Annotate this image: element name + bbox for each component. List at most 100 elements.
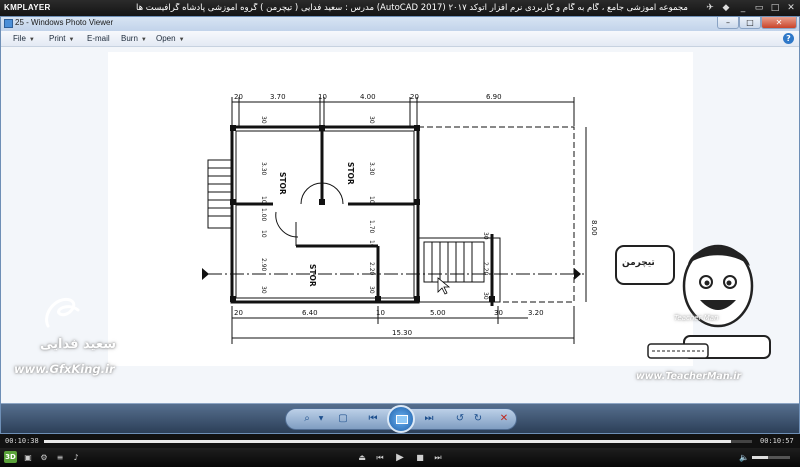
- vdim-b-6: 2.20: [368, 262, 375, 276]
- dim-top-1: 20: [234, 93, 243, 101]
- viewer-minimize-button[interactable]: –: [717, 17, 739, 29]
- photo-viewer-app-icon: [4, 19, 13, 28]
- room-label-1: STOR: [278, 172, 287, 195]
- chevron-down-icon: ▼: [140, 37, 147, 43]
- close-icon[interactable]: ✕: [785, 2, 797, 14]
- vdim-b-1: 30: [368, 116, 375, 124]
- dim-top-3: 10: [318, 93, 327, 101]
- vdim-c-2: 2.20: [482, 262, 489, 276]
- seek-slider[interactable]: [44, 440, 752, 443]
- delete-icon[interactable]: ✕: [496, 411, 512, 427]
- dim-overall: 15.30: [392, 329, 412, 337]
- seek-progress: [44, 440, 731, 443]
- watermark-name: سعید فدایی: [40, 337, 116, 352]
- watermark-badge-en: Teacher Man: [674, 314, 719, 322]
- vdim-a-7: 30: [260, 286, 267, 294]
- vdim-a-4: 1.00: [260, 208, 267, 222]
- slideshow-icon: [396, 415, 408, 424]
- watermark-badge: تیچرمن: [622, 258, 655, 268]
- stop-icon[interactable]: ■: [414, 452, 426, 463]
- volume-icon[interactable]: 🔈: [738, 452, 750, 463]
- chevron-down-icon: ▼: [28, 37, 35, 43]
- vdim-b-7: 30: [368, 286, 375, 294]
- floor-plan-drawing: 20 3.70 10 4.00 20 6.90 20 6.40 10 5.00 …: [202, 93, 598, 344]
- dim-right: 8.00: [590, 220, 598, 236]
- menu-email-label: E-mail: [87, 34, 110, 43]
- chevron-down-icon: ▼: [68, 37, 75, 43]
- kmplayer-seek-bar: 00:10:38 00:10:57: [0, 434, 800, 448]
- menu-open-label: Open: [156, 34, 176, 43]
- vdim-c-3: 30: [482, 292, 489, 300]
- menu-email[interactable]: E-mail: [87, 34, 110, 43]
- restore-icon[interactable]: ▭: [753, 2, 765, 14]
- vdim-a-3: 10: [260, 196, 267, 204]
- menu-open[interactable]: Open ▼: [156, 34, 185, 43]
- menu-burn-label: Burn: [121, 34, 138, 43]
- menu-print[interactable]: Print ▼: [49, 34, 74, 43]
- kmplayer-controls: 3D ▣ ⚙ ≡ ♪ ⏏ ⏮ ▶ ■ ⏭ 🔈: [0, 448, 800, 467]
- vdim-b-5: 10: [368, 240, 375, 248]
- vdim-b-4: 1.70: [368, 220, 375, 234]
- room-label-3: STOR: [308, 264, 317, 287]
- viewer-maximize-button[interactable]: □: [739, 17, 761, 29]
- mouse-cursor-icon: [437, 277, 451, 295]
- viewer-toolbar: ⌕ ▼ ▢ ⏮ ⏭ ↺ ↻ ✕: [1, 403, 799, 433]
- dim-bottom-6: 3.20: [528, 309, 544, 317]
- skin-icon[interactable]: ◆: [720, 2, 732, 14]
- menu-burn[interactable]: Burn ▼: [121, 34, 147, 43]
- dim-bottom-2: 6.40: [302, 309, 318, 317]
- playlist-icon[interactable]: ≡: [54, 452, 66, 463]
- audio-icon[interactable]: ♪: [70, 452, 82, 463]
- 3d-mode-button[interactable]: 3D: [4, 451, 17, 463]
- dim-top-6: 6.90: [486, 93, 502, 101]
- vdim-a-2: 3.30: [260, 162, 267, 176]
- photo-viewer-titlebar: 25 - Windows Photo Viewer – □ ✕: [1, 17, 799, 31]
- minimize-icon[interactable]: _: [737, 2, 749, 14]
- settings-icon[interactable]: ⚙: [38, 452, 50, 463]
- pin-icon[interactable]: ✈: [704, 2, 716, 14]
- dim-bottom-1: 20: [234, 309, 243, 317]
- volume-level: [752, 456, 768, 459]
- rotate-right-icon[interactable]: ↻: [470, 411, 486, 427]
- next-track-icon[interactable]: ⏭: [432, 452, 444, 463]
- watermark-gfxking: www.GfxKing.ir: [14, 362, 115, 376]
- dim-bottom-5: 30: [494, 309, 503, 317]
- dim-top-5: 20: [410, 93, 419, 101]
- vdim-b-2: 3.30: [368, 162, 375, 176]
- dim-bottom-3: 10: [376, 309, 385, 317]
- photo-viewer-title: 25 - Windows Photo Viewer: [15, 18, 114, 27]
- camera-icon[interactable]: ▣: [22, 452, 34, 463]
- chevron-down-icon: ▼: [178, 37, 185, 43]
- next-icon[interactable]: ⏭: [421, 411, 437, 427]
- viewer-close-button[interactable]: ✕: [761, 17, 797, 29]
- dim-top-4: 4.00: [360, 93, 376, 101]
- kmplayer-title-bar: KMPLAYER مجموعه آموزشی جامع ، گام به گام…: [0, 0, 800, 16]
- vdim-a-1: 30: [260, 116, 267, 124]
- vdim-a-6: 2.90: [260, 258, 267, 272]
- vdim-b-3: 10: [368, 196, 375, 204]
- vdim-c-1: 30: [482, 232, 489, 240]
- help-icon[interactable]: ?: [783, 33, 794, 44]
- dim-bottom-4: 5.00: [430, 309, 446, 317]
- watermark-teacherman: www.TeacherMan.ir: [636, 371, 742, 382]
- previous-icon[interactable]: ⏮: [365, 411, 381, 427]
- play-icon[interactable]: ▶: [394, 452, 406, 463]
- room-label-2: STOR: [346, 162, 355, 185]
- prev-track-icon[interactable]: ⏮: [374, 452, 386, 463]
- eject-icon[interactable]: ⏏: [356, 452, 368, 463]
- slideshow-button[interactable]: [387, 405, 415, 433]
- teacherman-caricature-icon: [615, 244, 771, 359]
- menu-file[interactable]: File ▼: [13, 34, 35, 43]
- video-title: مجموعه آموزشی جامع ، گام به گام و کاربرد…: [136, 3, 688, 13]
- rotate-left-icon[interactable]: ↺: [452, 411, 468, 427]
- maximize-icon[interactable]: □: [769, 2, 781, 14]
- floor-plan-image: 20 3.70 10 4.00 20 6.90 20 6.40 10 5.00 …: [108, 52, 693, 366]
- menu-print-label: Print: [49, 34, 66, 43]
- kmplayer-logo: KMPLAYER: [4, 3, 51, 12]
- vdim-a-5: 10: [260, 230, 267, 238]
- zoom-dropdown-icon[interactable]: ▼: [313, 411, 329, 427]
- dim-top-2: 3.70: [270, 93, 286, 101]
- volume-slider[interactable]: [752, 456, 790, 459]
- actual-size-icon[interactable]: ▢: [335, 411, 351, 427]
- signature-logo-icon: [45, 297, 80, 328]
